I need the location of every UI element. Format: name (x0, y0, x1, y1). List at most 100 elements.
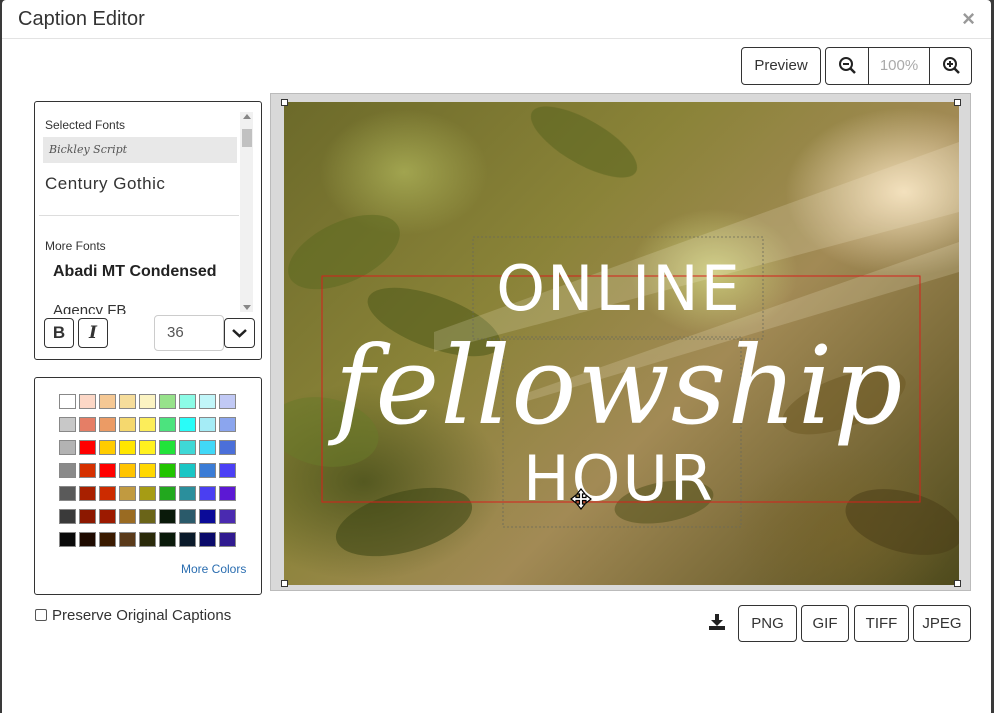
color-swatch[interactable] (199, 417, 216, 432)
color-swatch[interactable] (159, 486, 176, 501)
bold-button[interactable]: B (44, 318, 74, 348)
color-swatch[interactable] (99, 532, 116, 547)
color-swatch[interactable] (139, 394, 156, 409)
zoom-control: 100% (825, 47, 972, 85)
color-swatch[interactable] (99, 463, 116, 478)
color-swatch[interactable] (59, 486, 76, 501)
preserve-captions-checkbox[interactable] (35, 609, 47, 621)
color-swatch[interactable] (159, 532, 176, 547)
caption-image[interactable]: ONLINE fellowship HOUR (284, 102, 959, 585)
color-swatch[interactable] (119, 394, 136, 409)
export-jpeg-button[interactable]: JPEG (913, 605, 971, 642)
font-item-label: Agency FB (53, 302, 127, 314)
color-swatch[interactable] (179, 486, 196, 501)
color-swatch[interactable] (59, 463, 76, 478)
color-swatch[interactable] (59, 532, 76, 547)
color-swatch[interactable] (219, 440, 236, 455)
color-swatch[interactable] (79, 463, 96, 478)
color-swatch[interactable] (139, 509, 156, 524)
color-swatch[interactable] (199, 532, 216, 547)
color-swatch[interactable] (219, 417, 236, 432)
color-swatch[interactable] (199, 440, 216, 455)
zoom-out-icon[interactable] (826, 48, 868, 84)
color-swatch[interactable] (179, 463, 196, 478)
color-swatch[interactable] (119, 417, 136, 432)
zoom-in-icon[interactable] (930, 48, 972, 84)
color-swatch[interactable] (99, 394, 116, 409)
font-item[interactable]: Century Gothic (45, 174, 235, 198)
caption-line-1[interactable]: ONLINE (284, 252, 954, 325)
color-swatch[interactable] (59, 440, 76, 455)
more-colors-link[interactable]: More Colors (181, 562, 246, 576)
color-swatch[interactable] (219, 394, 236, 409)
color-swatch[interactable] (179, 417, 196, 432)
color-swatch[interactable] (79, 509, 96, 524)
color-swatch[interactable] (99, 417, 116, 432)
color-swatch[interactable] (139, 486, 156, 501)
color-swatch[interactable] (199, 509, 216, 524)
export-png-button[interactable]: PNG (738, 605, 797, 642)
color-swatch[interactable] (219, 486, 236, 501)
color-swatch[interactable] (219, 463, 236, 478)
close-icon[interactable]: × (962, 6, 975, 32)
color-swatch[interactable] (179, 532, 196, 547)
dialog-title: Caption Editor (18, 8, 145, 30)
color-swatch[interactable] (159, 440, 176, 455)
color-swatch[interactable] (159, 417, 176, 432)
scrollbar-thumb[interactable] (242, 129, 252, 147)
font-size-input[interactable]: 36 (154, 315, 224, 351)
color-swatch[interactable] (119, 509, 136, 524)
color-swatch[interactable] (139, 417, 156, 432)
preserve-captions-label: Preserve Original Captions (52, 607, 232, 624)
color-swatch[interactable] (199, 394, 216, 409)
export-tiff-button[interactable]: TIFF (854, 605, 909, 642)
color-swatch[interactable] (119, 532, 136, 547)
color-swatch[interactable] (159, 394, 176, 409)
font-size-dropdown-button[interactable] (224, 318, 255, 348)
resize-handle-top-right[interactable] (954, 99, 961, 106)
color-swatch[interactable] (139, 440, 156, 455)
color-swatch[interactable] (59, 417, 76, 432)
font-list-scrollbar[interactable] (240, 112, 253, 312)
download-icon (709, 614, 725, 630)
move-icon[interactable] (570, 488, 592, 510)
color-swatch[interactable] (99, 509, 116, 524)
italic-button[interactable]: I (78, 318, 108, 348)
preview-button[interactable]: Preview (741, 47, 821, 85)
color-swatch[interactable] (79, 532, 96, 547)
color-swatch[interactable] (199, 463, 216, 478)
more-fonts-label: More Fonts (45, 239, 106, 253)
resize-handle-bottom-left[interactable] (281, 580, 288, 587)
caption-line-2[interactable]: fellowship (284, 322, 954, 452)
export-gif-button[interactable]: GIF (801, 605, 849, 642)
color-swatch[interactable] (59, 394, 76, 409)
color-swatch[interactable] (99, 440, 116, 455)
font-item-selected[interactable]: Bickley Script (43, 137, 237, 163)
resize-handle-bottom-right[interactable] (954, 580, 961, 587)
color-swatch[interactable] (59, 509, 76, 524)
caption-line-3[interactable]: HOUR (284, 442, 954, 515)
color-swatch[interactable] (79, 417, 96, 432)
color-swatch[interactable] (139, 532, 156, 547)
color-swatch[interactable] (219, 532, 236, 547)
color-swatch[interactable] (119, 463, 136, 478)
color-swatch[interactable] (199, 486, 216, 501)
color-swatch[interactable] (139, 463, 156, 478)
color-swatch[interactable] (219, 509, 236, 524)
scroll-up-arrow-icon[interactable] (243, 114, 251, 119)
color-swatch[interactable] (179, 440, 196, 455)
color-swatch[interactable] (99, 486, 116, 501)
scroll-down-arrow-icon[interactable] (243, 305, 251, 310)
font-item[interactable]: Abadi MT Condensed (53, 263, 243, 287)
color-swatch[interactable] (79, 440, 96, 455)
color-swatch[interactable] (119, 440, 136, 455)
resize-handle-top-left[interactable] (281, 99, 288, 106)
color-swatch[interactable] (119, 486, 136, 501)
color-swatch[interactable] (159, 463, 176, 478)
font-item[interactable]: Agency FB (53, 302, 243, 314)
color-swatch[interactable] (179, 509, 196, 524)
color-swatch[interactable] (79, 486, 96, 501)
color-swatch[interactable] (159, 509, 176, 524)
color-swatch[interactable] (179, 394, 196, 409)
color-swatch[interactable] (79, 394, 96, 409)
